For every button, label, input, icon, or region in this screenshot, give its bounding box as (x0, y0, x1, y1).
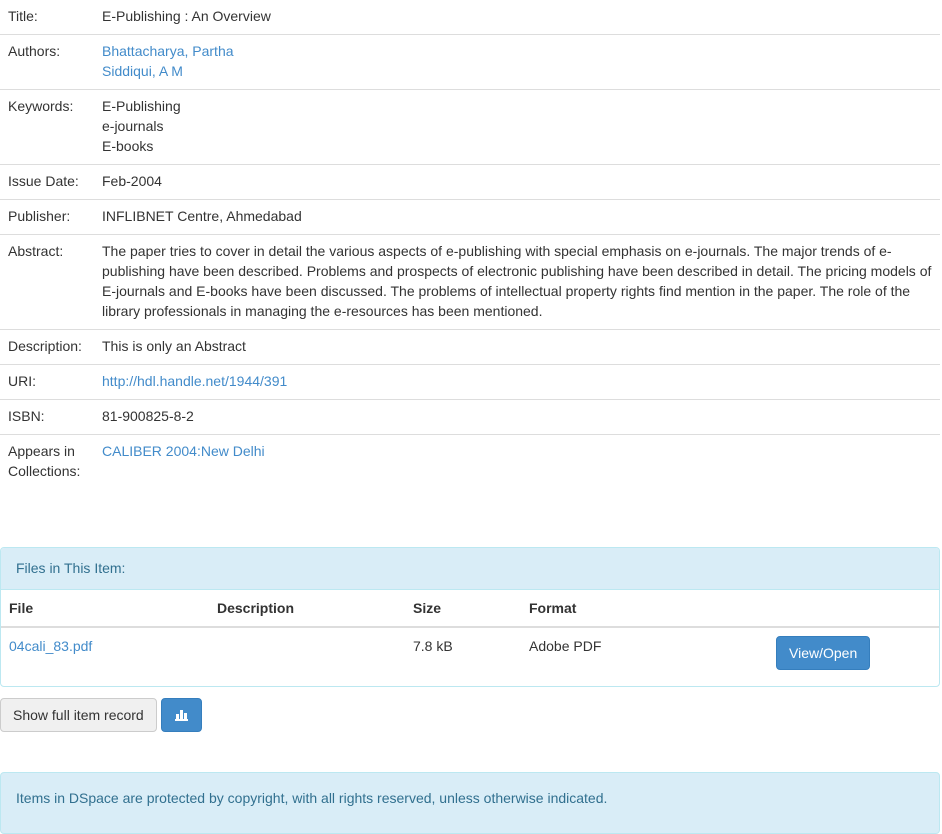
authors-list: Bhattacharya, Partha Siddiqui, A M (94, 34, 940, 90)
metadata-label: Publisher: (0, 199, 94, 235)
metadata-row-keywords: Keywords: E-Publishing e-journals E-book… (0, 89, 940, 165)
metadata-row-authors: Authors: Bhattacharya, Partha Siddiqui, … (0, 34, 940, 90)
file-format: Adobe PDF (529, 638, 602, 654)
metadata-row-issue-date: Issue Date: Feb-2004 (0, 164, 940, 200)
files-table: File Description Size Format 04cali_83.p… (1, 590, 939, 686)
metadata-label: URI: (0, 364, 94, 400)
metadata-row-isbn: ISBN: 81-900825-8-2 (0, 399, 940, 435)
column-header-size: Size (405, 590, 521, 628)
publisher: INFLIBNET Centre, Ahmedabad (94, 199, 940, 235)
uri-link[interactable]: http://hdl.handle.net/1944/391 (102, 373, 287, 389)
author-link[interactable]: Bhattacharya, Partha (102, 43, 234, 59)
isbn: 81-900825-8-2 (94, 399, 940, 435)
metadata-row-abstract: Abstract: The paper tries to cover in de… (0, 234, 940, 330)
table-row: 04cali_83.pdf 7.8 kB Adobe PDF View/Open (1, 627, 939, 686)
item-title: E-Publishing : An Overview (102, 8, 271, 24)
statistics-button[interactable] (160, 698, 202, 732)
metadata-row-description: Description: This is only an Abstract (0, 329, 940, 365)
files-panel-heading: Files in This Item: (1, 548, 939, 590)
metadata-row-collections: Appears in Collections: CALIBER 2004:New… (0, 434, 940, 489)
keywords-list: E-Publishing e-journals E-books (94, 89, 940, 165)
files-table-header: File Description Size Format (1, 590, 939, 628)
file-description (209, 627, 405, 686)
keyword: E-books (102, 138, 154, 154)
collection-link[interactable]: CALIBER 2004:New Delhi (102, 443, 265, 459)
view-open-button[interactable]: View/Open (776, 636, 871, 670)
metadata-label: Description: (0, 329, 94, 365)
description-text: This is only an Abstract (94, 329, 940, 365)
file-size: 7.8 kB (413, 638, 453, 654)
abstract-text: The paper tries to cover in detail the v… (94, 234, 940, 330)
files-panel: Files in This Item: File Description Siz… (0, 547, 940, 687)
column-header-action (768, 590, 939, 628)
bar-chart-icon (174, 710, 188, 721)
copyright-text: Items in DSpace are protected by copyrig… (16, 790, 608, 806)
item-metadata-table: Title: E-Publishing : An Overview Author… (0, 0, 940, 489)
metadata-label: Keywords: (0, 89, 94, 165)
keyword: e-journals (102, 118, 164, 134)
metadata-label: Abstract: (0, 234, 94, 330)
metadata-row-title: Title: E-Publishing : An Overview (0, 0, 940, 35)
item-actions: Show full item record (0, 698, 202, 732)
metadata-label: Issue Date: (0, 164, 94, 200)
column-header-file: File (1, 590, 209, 628)
keyword: E-Publishing (102, 98, 181, 114)
metadata-label: ISBN: (0, 399, 94, 435)
column-header-description: Description (209, 590, 405, 628)
show-full-record-button[interactable]: Show full item record (0, 698, 157, 732)
metadata-row-publisher: Publisher: INFLIBNET Centre, Ahmedabad (0, 199, 940, 235)
issue-date: Feb-2004 (94, 164, 940, 200)
metadata-label: Appears in Collections: (0, 434, 94, 489)
file-link[interactable]: 04cali_83.pdf (9, 638, 92, 654)
copyright-notice-panel: Items in DSpace are protected by copyrig… (0, 772, 940, 834)
metadata-label: Title: (8, 8, 38, 24)
metadata-row-uri: URI: http://hdl.handle.net/1944/391 (0, 364, 940, 400)
metadata-label: Authors: (0, 34, 94, 90)
column-header-format: Format (521, 590, 768, 628)
author-link[interactable]: Siddiqui, A M (102, 63, 183, 79)
